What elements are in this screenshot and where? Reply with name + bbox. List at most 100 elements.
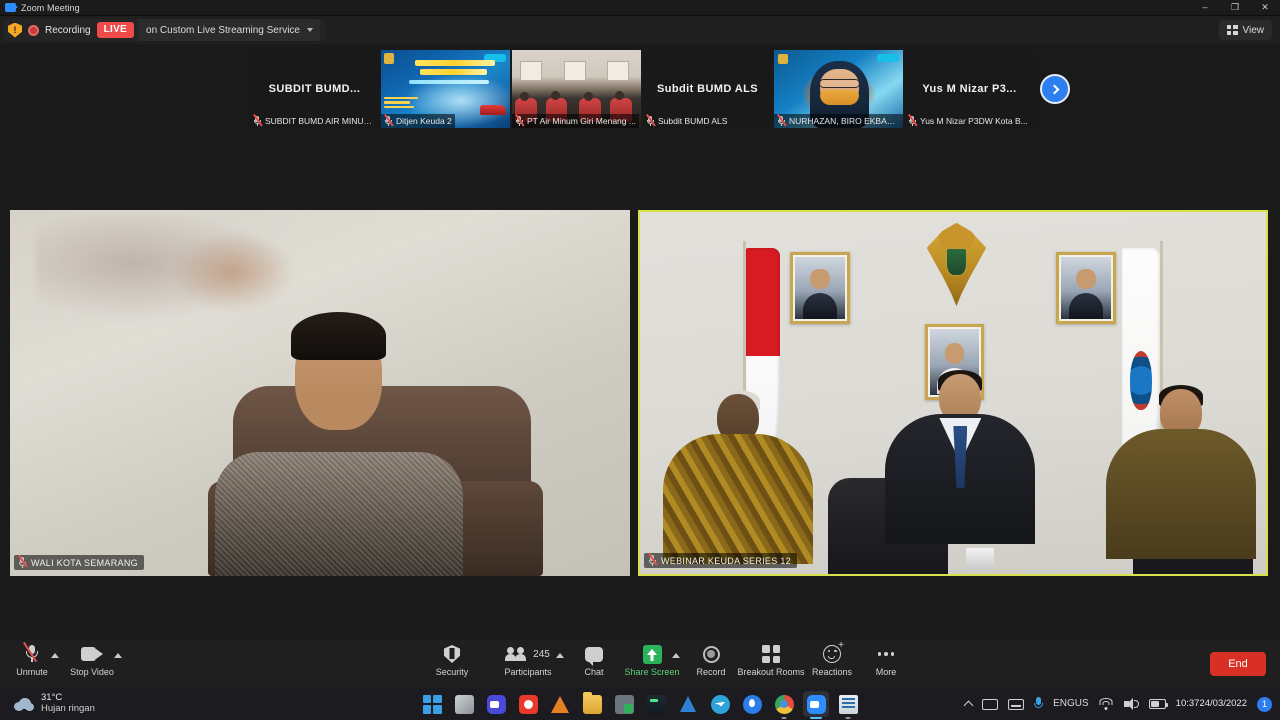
task-view-button[interactable]: [451, 691, 477, 717]
tray-wifi-button[interactable]: [1099, 697, 1114, 710]
microphone-icon: [1034, 697, 1044, 711]
close-icon[interactable]: ✕: [1250, 0, 1280, 16]
shield-warning-icon[interactable]: [8, 22, 22, 38]
tray-keyboard-button[interactable]: [982, 698, 999, 710]
maximize-icon[interactable]: ❐: [1220, 0, 1250, 16]
chat-bubble-icon: [585, 646, 603, 666]
zoom-app-icon: [806, 694, 826, 714]
view-button[interactable]: View: [1218, 20, 1272, 40]
taskbar-file-explorer[interactable]: [579, 691, 605, 717]
tray-overflow-button[interactable]: [963, 699, 974, 711]
share-screen-label: Share Screen: [624, 667, 680, 677]
weather-widget[interactable]: 31°C Hujan ringan: [14, 692, 95, 715]
reactions-label: Reactions: [811, 667, 853, 677]
garuda-emblem: [926, 222, 987, 307]
microphone-muted-icon: [23, 641, 40, 664]
notepad-icon: [838, 694, 858, 714]
video-options-caret-icon[interactable]: [114, 653, 122, 658]
taskbar-maps[interactable]: [739, 691, 765, 717]
thumbnail-tile[interactable]: SUBDIT BUMD... SUBDIT BUMD AIR MINUM...: [250, 50, 379, 128]
microphone-muted-icon: [645, 113, 655, 127]
start-button[interactable]: [419, 691, 445, 717]
microphone-muted-icon: [17, 555, 27, 568]
tray-microphone-button[interactable]: [1034, 697, 1044, 711]
breakout-rooms-label: Breakout Rooms: [737, 667, 805, 677]
record-red-icon: [518, 694, 538, 714]
participants-label: Participants: [504, 667, 552, 677]
speaker-icon: [1123, 698, 1139, 710]
thumbnail-tile[interactable]: Subdit BUMD ALS Subdit BUMD ALS: [643, 50, 772, 128]
windows-taskbar: 31°C Hujan ringan ENG US 10:37 24/03/202…: [0, 688, 1280, 720]
participant-figure: [1096, 385, 1266, 574]
ellipsis-icon: [877, 645, 895, 663]
taskbar-zoom-workplace[interactable]: [483, 691, 509, 717]
recording-dot-icon[interactable]: [28, 24, 39, 36]
taskbar-screen-recorder[interactable]: [515, 691, 541, 717]
taskbar-telegram[interactable]: [707, 691, 733, 717]
window-titlebar: Zoom Meeting – ❐ ✕: [0, 0, 1280, 16]
microphone-muted-icon: [647, 553, 657, 566]
thumbnail-namebar: PT Air Minum Giri Menang ...: [512, 113, 639, 128]
end-meeting-button[interactable]: End: [1210, 652, 1266, 676]
battery-charging-icon: [1148, 699, 1168, 709]
thumbnail-namebar: Ditjen Keuda 2: [381, 113, 455, 128]
unmute-button[interactable]: Unmute: [0, 641, 64, 686]
taskbar-vs-code[interactable]: [675, 691, 701, 717]
window-controls: – ❐ ✕: [1190, 0, 1280, 16]
record-circle-icon: [702, 645, 720, 663]
taskbar-terminal[interactable]: [643, 691, 669, 717]
taskbar-zoom[interactable]: [803, 691, 829, 717]
taskbar-notes[interactable]: [835, 691, 861, 717]
share-screen-icon: [642, 644, 662, 664]
chevron-right-icon: [1049, 84, 1059, 94]
thumbnail-tile[interactable]: Yus M Nizar P3... Yus M Nizar P3DW Kota …: [905, 50, 1034, 128]
taskbar-vlc[interactable]: [547, 691, 573, 717]
folder-icon: [582, 691, 602, 714]
stop-video-button[interactable]: Stop Video: [60, 644, 124, 686]
participant-filmstrip: SUBDIT BUMD... SUBDIT BUMD AIR MINUM...: [250, 50, 1070, 128]
more-button[interactable]: More: [854, 644, 918, 686]
thumbnail-name: SUBDIT BUMD AIR MINUM...: [265, 116, 376, 126]
tray-battery-button[interactable]: [1148, 699, 1168, 709]
view-button-label: View: [1242, 24, 1265, 36]
audio-options-caret-icon[interactable]: [51, 653, 59, 658]
zoom-meeting-window: Zoom Meeting – ❐ ✕ Recording LIVE on Cus…: [0, 0, 1280, 720]
camera-icon: [81, 647, 103, 661]
microphone-muted-icon: [776, 113, 786, 127]
smiley-plus-icon: +: [823, 641, 844, 663]
grid-squares-icon: [762, 645, 780, 663]
share-screen-button[interactable]: Share Screen: [618, 644, 686, 686]
filmstrip-next-button[interactable]: [1040, 74, 1070, 104]
taskbar-chrome[interactable]: [771, 691, 797, 717]
video-tile-name: WEBINAR KEUDA SERIES 12: [661, 555, 791, 566]
thumbnail-name: Yus M Nizar P3DW Kota B...: [920, 116, 1028, 126]
microphone-muted-icon: [907, 113, 917, 127]
live-service-dropdown[interactable]: on Custom Live Streaming Service: [138, 19, 320, 41]
thumbnail-tile[interactable]: Ditjen Keuda 2: [381, 50, 510, 128]
microphone-muted-icon: [514, 113, 524, 127]
minimize-icon[interactable]: –: [1190, 0, 1220, 16]
thumbnail-center-name: Yus M Nizar P3...: [922, 83, 1017, 95]
tray-volume-button[interactable]: [1123, 698, 1139, 710]
microphone-muted-icon: [383, 113, 393, 127]
taskbar-clock[interactable]: 10:37 24/03/2022: [1176, 698, 1247, 710]
security-label: Security: [435, 667, 469, 677]
chat-button[interactable]: Chat: [562, 644, 626, 686]
tray-language-indicator[interactable]: ENG US: [1053, 698, 1089, 710]
thumbnail-tile[interactable]: NURHAZAN, BIRO EKBANG...: [774, 50, 903, 128]
security-button[interactable]: Security: [420, 644, 484, 686]
participant-figure: [653, 390, 823, 574]
keyboard-icon: [982, 698, 999, 710]
video-tile-right[interactable]: WEBINAR KEUDA SERIES 12: [638, 210, 1268, 576]
participants-button[interactable]: 245 Participants: [490, 644, 566, 686]
video-stage: WALI KOTA SEMARANG WEBINAR KEUDA SERIES …: [0, 210, 1280, 576]
notification-badge[interactable]: 1: [1257, 696, 1272, 712]
thumbnail-name: PT Air Minum Giri Menang ...: [527, 116, 636, 126]
taskbar-secure-app[interactable]: [611, 691, 637, 717]
thumbnail-name: NURHAZAN, BIRO EKBANG...: [789, 116, 900, 126]
tray-ime-button[interactable]: [1008, 698, 1025, 710]
thumbnail-tile[interactable]: PT Air Minum Giri Menang ...: [512, 50, 641, 128]
cloud-rain-icon: [14, 697, 34, 711]
video-tile-namebar: WALI KOTA SEMARANG: [14, 555, 144, 570]
video-tile-left[interactable]: WALI KOTA SEMARANG: [10, 210, 630, 576]
